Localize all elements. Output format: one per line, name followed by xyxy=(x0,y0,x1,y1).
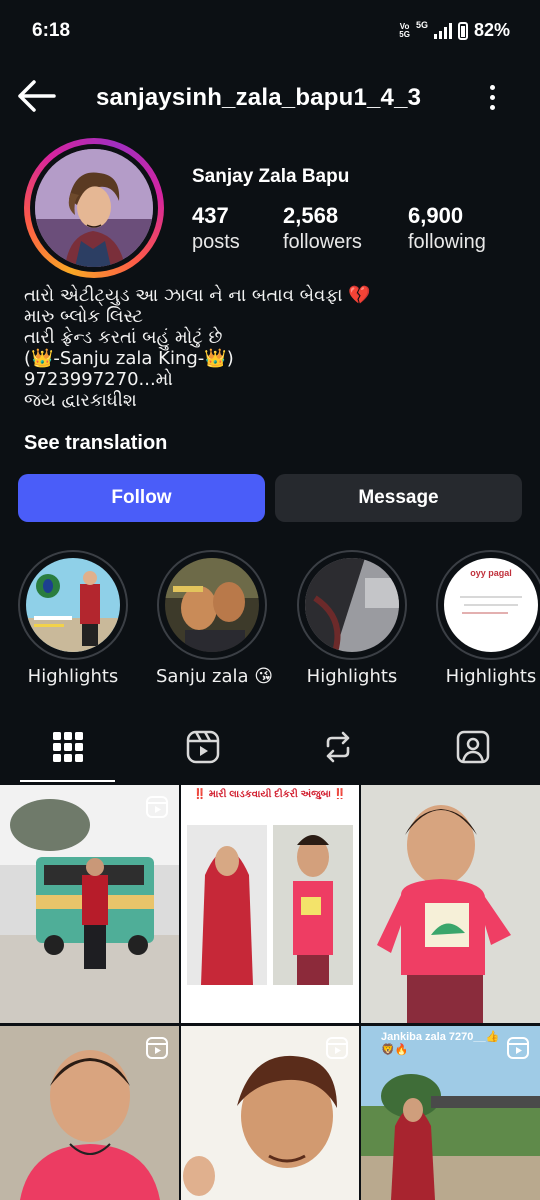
post-thumbnail[interactable] xyxy=(0,1026,179,1200)
bio-line: જય દ્વારકાધીશ xyxy=(24,390,137,411)
reel-icon xyxy=(507,1037,529,1059)
stat-following-count: 6,900 xyxy=(408,203,464,228)
back-button[interactable] xyxy=(14,76,58,116)
story-ring[interactable] xyxy=(24,138,164,278)
status-time: 6:18 xyxy=(32,20,71,41)
status-icons: Vo 5G 5G 82% xyxy=(399,20,510,41)
highlight-cover: oyy pagal xyxy=(444,558,538,652)
post-thumbnail[interactable]: Jankiba zala 7270__👍🦁🔥 xyxy=(361,1026,540,1200)
reel-icon xyxy=(146,1037,168,1059)
arrow-left-icon xyxy=(18,80,56,112)
highlight-item[interactable]: Highlights xyxy=(17,550,129,687)
highlight-label: Highlights xyxy=(27,666,119,687)
posts-grid-icon xyxy=(52,732,83,762)
highlight-label: Highlights xyxy=(445,666,537,687)
reel-icon xyxy=(146,796,168,818)
highlight-item[interactable]: oyy pagal Highlights xyxy=(435,550,540,687)
stat-followers[interactable]: 2,568 followers xyxy=(283,203,362,254)
active-tab-indicator xyxy=(20,780,115,782)
tab-posts[interactable] xyxy=(0,714,135,780)
post-thumbnail[interactable] xyxy=(361,785,540,1023)
reposts-icon xyxy=(326,731,349,763)
post-thumbnail[interactable] xyxy=(181,1026,359,1200)
highlight-cover-text: oyy pagal xyxy=(470,568,512,578)
reel-icon xyxy=(326,1037,348,1059)
profile-username: sanjaysinh_zala_bapu1_4_3 xyxy=(96,84,422,111)
stat-following[interactable]: 6,900 following xyxy=(408,203,486,254)
stat-posts[interactable]: 437 posts xyxy=(192,203,240,254)
tagged-icon xyxy=(456,730,489,764)
bio-line: 9723997270...મો xyxy=(24,369,173,390)
stat-followers-count: 2,568 xyxy=(283,203,339,228)
signal-icon xyxy=(433,22,452,39)
bio-line: (👑-Sanju zala King-👑) xyxy=(24,348,234,369)
post-thumbnail[interactable]: ‼️ મારી લાડકવાયી દીકરી અંજુબા ‼️ xyxy=(181,785,359,1023)
reels-icon xyxy=(186,730,219,764)
avatar[interactable] xyxy=(35,149,153,267)
battery-percent: 82% xyxy=(473,20,510,40)
profile-tabs xyxy=(0,714,540,782)
highlight-item[interactable]: Highlights xyxy=(296,550,408,687)
volte-indicator: Vo 5G xyxy=(399,21,410,39)
profile-bio: તારો એટીટ્યુડ આ ઝાલા ને ના બતાવ બેવફા 💔 … xyxy=(24,285,524,411)
profile-header: sanjaysinh_zala_bapu1_4_3 xyxy=(0,62,540,132)
bio-line: તારી ફ્રેન્ડ કરતાં બહું મોટું છે xyxy=(24,327,223,348)
stat-followers-label: followers xyxy=(283,231,362,253)
bio-line: મારુ બ્લોક લિસ્ટ xyxy=(24,306,143,327)
highlight-item[interactable]: Sanju zala 😘 xyxy=(156,550,273,687)
profile-full-name: Sanjay Zala Bapu xyxy=(192,166,350,187)
tab-tagged[interactable] xyxy=(405,714,540,780)
status-bar: 6:18 Vo 5G 5G 82% xyxy=(0,0,540,62)
network-type: 5G xyxy=(415,19,428,30)
tab-reels[interactable] xyxy=(135,714,270,780)
post-thumbnail[interactable] xyxy=(0,785,179,1023)
stat-following-label: following xyxy=(408,231,486,253)
post-caption: Jankiba zala 7270__👍🦁🔥 xyxy=(381,1031,500,1056)
highlight-label: Highlights xyxy=(306,666,398,687)
highlight-cover xyxy=(26,558,120,652)
bio-line: તારો એટીટ્યુડ આ ઝાલા ને ના બતાવ બેવફા 💔 xyxy=(24,285,371,306)
see-translation-link[interactable]: See translation xyxy=(24,432,167,455)
highlight-cover xyxy=(165,558,259,652)
highlight-label: Sanju zala 😘 xyxy=(156,666,273,687)
more-vertical-icon xyxy=(489,84,495,90)
stat-posts-count: 437 xyxy=(192,203,229,228)
message-button[interactable]: Message xyxy=(275,474,522,522)
reel-icon xyxy=(326,796,348,818)
battery-icon xyxy=(457,21,468,40)
highlight-cover xyxy=(305,558,399,652)
tab-reposts[interactable] xyxy=(270,714,405,780)
follow-button[interactable]: Follow xyxy=(18,474,265,522)
stat-posts-label: posts xyxy=(192,231,240,253)
more-options-button[interactable] xyxy=(478,80,506,114)
